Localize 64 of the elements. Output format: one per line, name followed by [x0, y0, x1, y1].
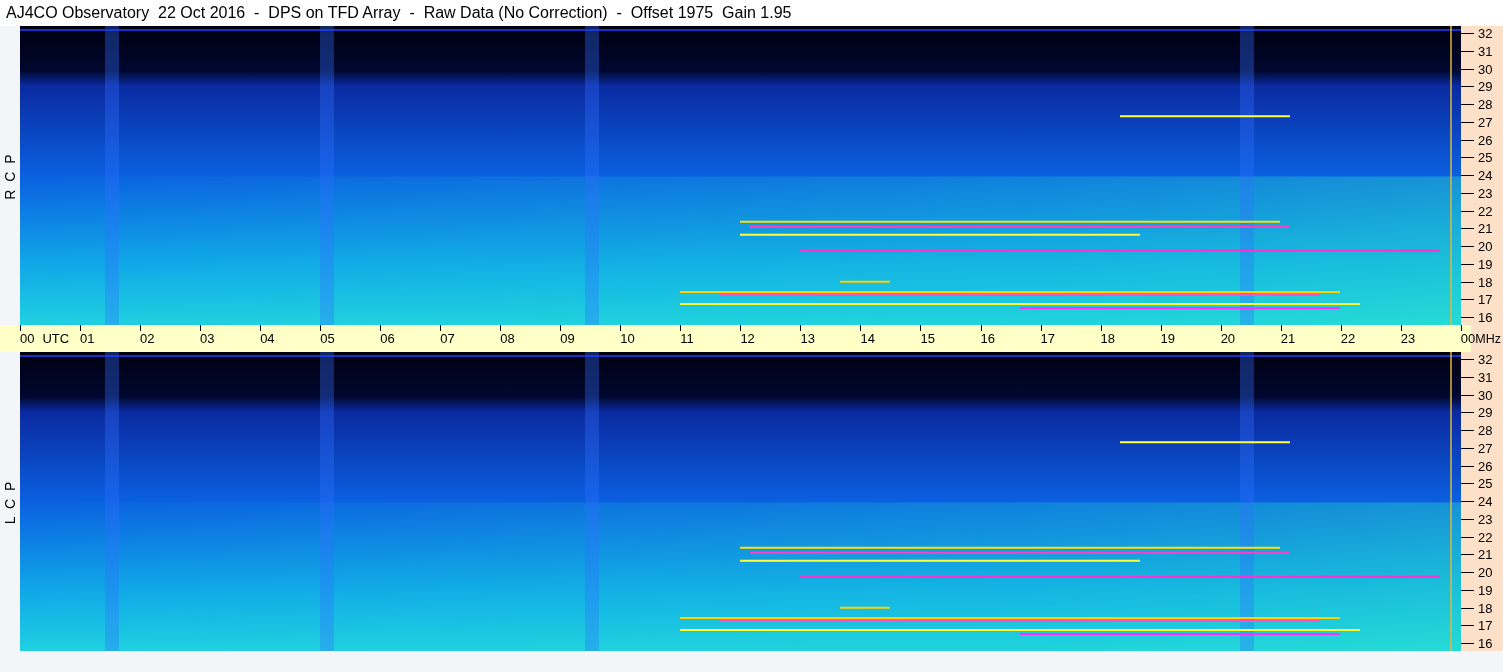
hour-label: 18: [1100, 331, 1116, 346]
frequency-label: 18: [1478, 600, 1493, 616]
frequency-label: 16: [1478, 636, 1493, 651]
frequency-label: 25: [1478, 476, 1493, 492]
frequency-label: 22: [1478, 203, 1493, 219]
polarization-label: L C P: [2, 479, 18, 524]
hour-label: 06: [380, 331, 395, 346]
hour-label: 21: [1280, 331, 1296, 346]
frequency-label: 24: [1478, 168, 1493, 183]
hour-label: 01: [80, 331, 95, 346]
hour-label: 04: [260, 331, 275, 346]
hour-label: 11: [680, 331, 694, 346]
frequency-label: 23: [1478, 511, 1493, 527]
window-title: AJ4CO Observatory 22 Oct 2016 - DPS on TFD Array - Raw Data (No Correction) - Offset 1975 Gain 1.95: [0, 0, 1503, 26]
hour-label: 03: [200, 331, 215, 346]
hour-label: 14: [860, 331, 875, 346]
frequency-label: 19: [1478, 256, 1493, 272]
frequency-label: 30: [1478, 61, 1493, 77]
frequency-label: 26: [1478, 132, 1493, 148]
frequency-label: 20: [1478, 565, 1493, 580]
frequency-label: 17: [1478, 292, 1493, 308]
frequency-label: 21: [1478, 221, 1493, 237]
hour-label: 02: [140, 331, 155, 346]
frequency-label: 32: [1478, 352, 1493, 367]
hour-label: 08: [500, 331, 515, 346]
hour-label: 00: [1460, 331, 1476, 346]
frequency-label: 28: [1478, 97, 1493, 112]
frequency-label: 21: [1478, 547, 1493, 563]
frequency-label: 26: [1478, 458, 1493, 474]
unit-label: MHz: [1475, 331, 1501, 346]
frequency-label: 27: [1478, 114, 1493, 130]
polarization-label: R C P: [2, 151, 18, 200]
frequency-label: 17: [1478, 618, 1493, 634]
frequency-label: 30: [1478, 387, 1493, 403]
frequency-label: 20: [1478, 239, 1493, 254]
frequency-label: 23: [1478, 185, 1493, 201]
hour-label: 07: [440, 331, 455, 346]
hour-label: 05: [320, 331, 335, 346]
hour-label: 23: [1400, 331, 1416, 346]
frequency-label: 31: [1478, 369, 1493, 385]
frequency-label: 32: [1478, 26, 1493, 41]
hour-label: 16: [980, 331, 995, 346]
hour-label: 19: [1160, 331, 1176, 346]
frequency-label: 27: [1478, 440, 1493, 456]
hour-label: 13: [800, 331, 815, 346]
frequency-label: 29: [1478, 405, 1493, 421]
frequency-label: 29: [1478, 79, 1493, 95]
hour-label: 17: [1040, 331, 1055, 346]
frequency-label: 18: [1478, 274, 1493, 290]
hour-label: 12: [740, 331, 755, 346]
hour-label: 09: [560, 331, 575, 346]
frequency-label: 25: [1478, 150, 1493, 166]
frequency-label: 22: [1478, 529, 1493, 545]
timezone-label: UTC: [42, 331, 70, 346]
frequency-label: 28: [1478, 423, 1493, 438]
frequency-label: 19: [1478, 582, 1493, 598]
hour-label: 00: [20, 331, 35, 346]
hour-label: 15: [920, 331, 935, 346]
hour-label: 10: [620, 331, 635, 346]
frequency-label: 24: [1478, 494, 1493, 509]
hour-label: 22: [1340, 331, 1356, 346]
hour-label: 20: [1220, 331, 1236, 346]
frequency-label: 31: [1478, 43, 1493, 59]
frequency-label: 16: [1478, 310, 1493, 325]
